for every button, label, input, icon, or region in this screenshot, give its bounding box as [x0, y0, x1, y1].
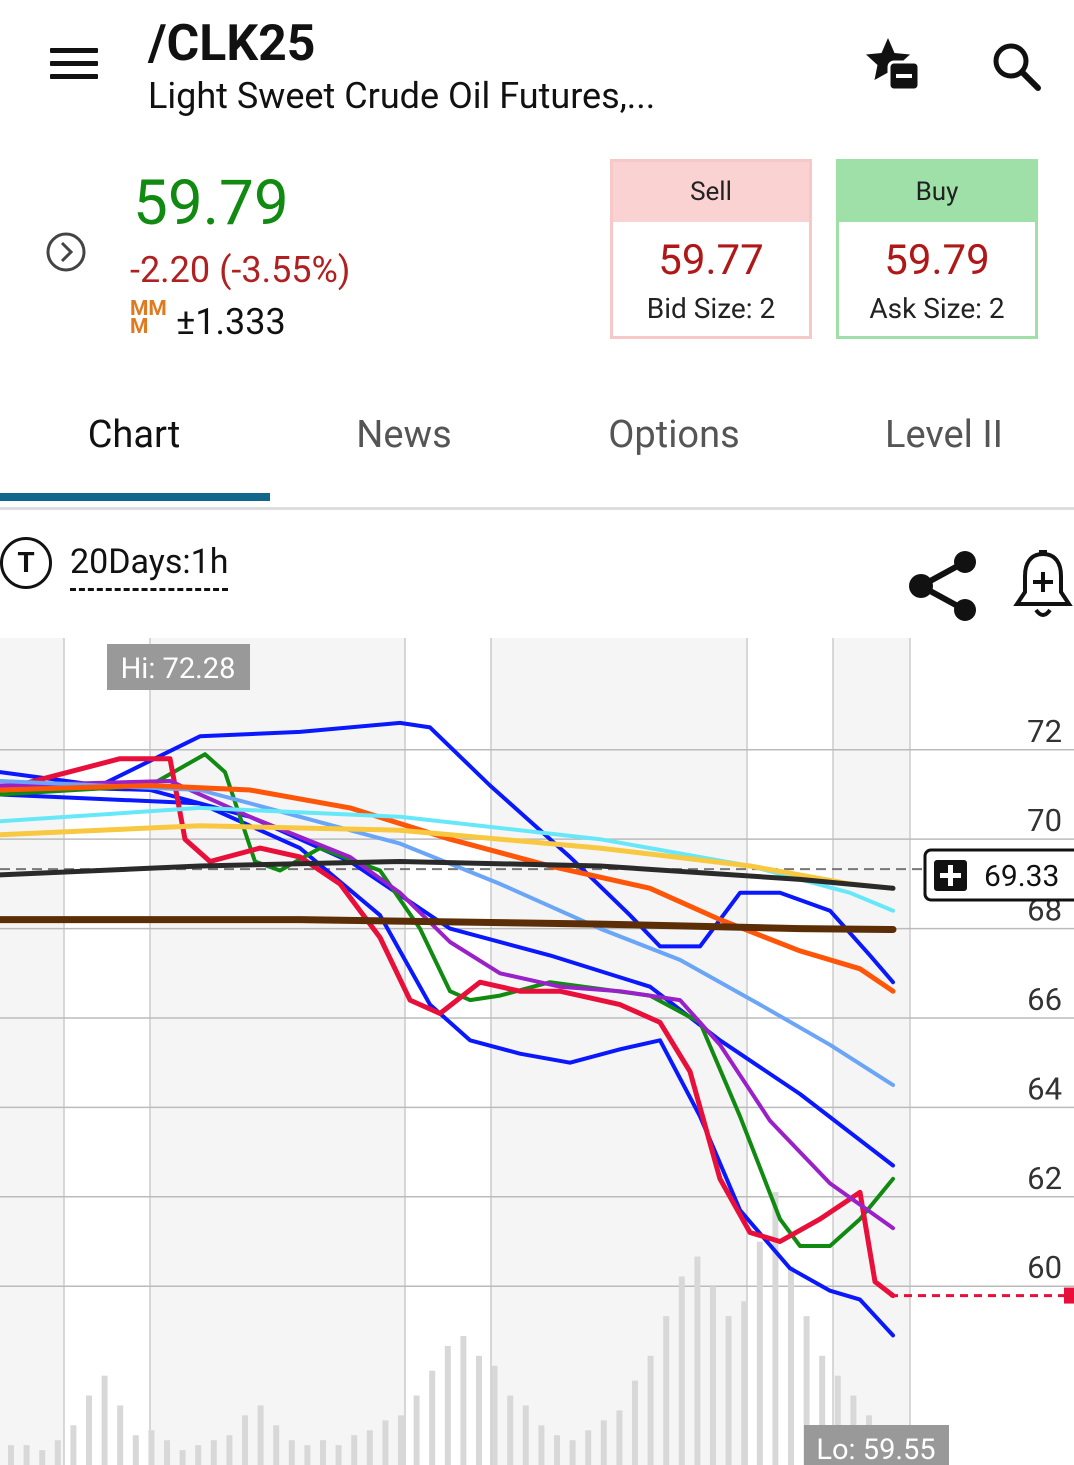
- buy-label: Buy: [839, 162, 1035, 222]
- volume-bar-39: [616, 1410, 623, 1465]
- volume-bar-34: [538, 1425, 545, 1465]
- last-price: 59.79: [133, 167, 289, 240]
- tab-news[interactable]: News: [270, 413, 538, 457]
- volume-bar-13: [210, 1440, 217, 1465]
- add-alert-bell-icon[interactable]: [1012, 548, 1074, 622]
- volume-bar-27: [429, 1370, 436, 1465]
- expand-chevron-icon[interactable]: [45, 231, 87, 273]
- volume-bar-35: [554, 1435, 560, 1465]
- volume-bar-2: [39, 1450, 46, 1465]
- volume-bar-3: [54, 1440, 61, 1465]
- hi-label-group: Hi: 72.28: [107, 644, 250, 690]
- price-marker-label: 69.33: [984, 859, 1059, 894]
- tab-chart[interactable]: Chart: [0, 413, 268, 457]
- volume-bar-50: [788, 1266, 794, 1465]
- sell-label: Sell: [613, 162, 809, 222]
- volume-bar-7: [117, 1405, 124, 1465]
- search-icon[interactable]: [990, 40, 1042, 92]
- market-maker-move-value: ±1.333: [176, 301, 286, 343]
- y-axis-labels: 72706866646260: [1027, 713, 1062, 1286]
- volume-bar-29: [460, 1335, 467, 1465]
- active-tab-indicator: [0, 493, 270, 501]
- volume-bar-37: [585, 1430, 592, 1465]
- volume-bar-6: [101, 1375, 108, 1465]
- volume-bar-1: [23, 1445, 30, 1465]
- symbol-description: Light Sweet Crude Oil Futures,...: [148, 75, 656, 117]
- volume-bar-47: [741, 1301, 748, 1465]
- volume-bar-36: [569, 1440, 576, 1465]
- volume-bar-17: [273, 1425, 280, 1465]
- volume-bar-10: [164, 1440, 170, 1465]
- hi-label: Hi: 72.28: [121, 652, 236, 686]
- volume-bar-21: [335, 1445, 342, 1465]
- watchlist-remove-star-icon[interactable]: [862, 36, 920, 94]
- bid-price: 59.77: [658, 236, 764, 285]
- volume-bar-9: [148, 1430, 155, 1465]
- volume-bar-28: [444, 1345, 451, 1465]
- volume-bar-45: [710, 1286, 716, 1465]
- y-tick-label-3: 66: [1027, 981, 1062, 1018]
- tab-level-ii[interactable]: Level II: [810, 413, 1074, 457]
- y-tick-label-5: 62: [1027, 1160, 1062, 1197]
- sell-button[interactable]: Sell 59.77 Bid Size: 2: [610, 159, 812, 339]
- volume-bar-8: [132, 1435, 139, 1465]
- volume-bar-43: [678, 1276, 685, 1465]
- volume-bar-46: [725, 1316, 732, 1465]
- volume-bar-4: [70, 1425, 77, 1465]
- price-chart[interactable]: 72706866646260 Hi: 72.28 Lo: 59.55 69.33: [0, 638, 1074, 1465]
- lo-label: Lo: 59.55: [816, 1433, 935, 1465]
- volume-bar-25: [398, 1415, 404, 1465]
- menu-icon[interactable]: [50, 48, 98, 84]
- last-price-tag: [1064, 1287, 1074, 1304]
- volume-bar-14: [226, 1435, 233, 1465]
- volume-bar-38: [600, 1420, 607, 1465]
- ask-price: 59.79: [884, 236, 990, 285]
- y-tick-label-4: 64: [1027, 1070, 1062, 1107]
- chart-type-icon[interactable]: T: [0, 537, 52, 589]
- volume-bar-22: [351, 1435, 358, 1465]
- tab-options[interactable]: Options: [540, 413, 808, 457]
- volume-bar-49: [772, 1192, 779, 1465]
- volume-bar-15: [242, 1415, 248, 1465]
- y-tick-label-1: 70: [1027, 802, 1062, 839]
- y-tick-label-6: 60: [1027, 1249, 1062, 1286]
- symbol-title: /CLK25: [148, 15, 316, 73]
- share-icon[interactable]: [905, 550, 981, 622]
- volume-bar-30: [476, 1355, 482, 1465]
- volume-bar-12: [195, 1445, 202, 1465]
- lo-label-group: Lo: 59.55: [804, 1425, 949, 1465]
- y-tick-label-0: 72: [1027, 713, 1062, 750]
- tab-bar: Chart News Options Level II: [0, 395, 1074, 510]
- ask-size: Ask Size: 2: [869, 292, 1005, 325]
- volume-bar-26: [413, 1395, 420, 1465]
- volume-bar-32: [507, 1395, 514, 1465]
- price-marker[interactable]: 69.33: [923, 848, 1074, 902]
- volume-bar-42: [663, 1316, 670, 1465]
- volume-bar-5: [86, 1395, 92, 1465]
- volume-bar-19: [304, 1445, 311, 1465]
- volume-bar-31: [491, 1365, 498, 1465]
- bid-size: Bid Size: 2: [646, 292, 776, 325]
- price-change: -2.20 (-3.55%): [130, 249, 351, 291]
- volume-bar-41: [647, 1355, 654, 1465]
- volume-bar-20: [320, 1440, 326, 1465]
- buy-button[interactable]: Buy 59.79 Ask Size: 2: [836, 159, 1038, 339]
- last-price-line: [890, 1287, 1074, 1304]
- chart-period-selector[interactable]: 20Days:1h: [70, 540, 229, 591]
- volume-bar-48: [756, 1241, 763, 1465]
- volume-bar-40: [632, 1380, 638, 1465]
- volume-bar-44: [694, 1256, 701, 1465]
- volume-bar-18: [288, 1440, 295, 1465]
- volume-bar-33: [522, 1405, 529, 1465]
- volume-bar-11: [179, 1450, 186, 1465]
- volume-bar-0: [8, 1445, 14, 1465]
- market-maker-move-icon: MM M: [130, 297, 167, 339]
- volume-bar-23: [366, 1430, 373, 1465]
- volume-bar-16: [257, 1405, 264, 1465]
- volume-bar-24: [382, 1420, 389, 1465]
